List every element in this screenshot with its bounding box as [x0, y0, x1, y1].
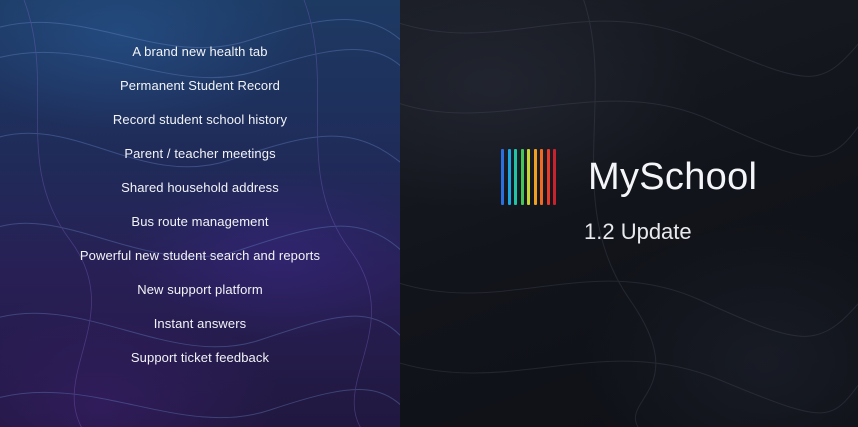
logo-bar: [520, 149, 524, 205]
update-slide: A brand new health tab Permanent Student…: [0, 0, 858, 427]
feature-item: New support platform: [137, 282, 263, 297]
brand-block: MySchool 1.2 Update: [500, 146, 800, 256]
logo-bar: [533, 149, 537, 205]
logo-bar: [553, 149, 556, 205]
feature-list: A brand new health tab Permanent Student…: [0, 40, 400, 380]
feature-item: Parent / teacher meetings: [124, 146, 276, 161]
logo-bar: [546, 149, 550, 205]
feature-item: A brand new health tab: [132, 44, 268, 59]
version-label: 1.2 Update: [584, 219, 692, 244]
feature-item: Powerful new student search and reports: [79, 248, 321, 263]
feature-item: Permanent Student Record: [120, 78, 280, 93]
feature-item: Bus route management: [131, 214, 269, 229]
feature-item: Shared household address: [121, 180, 279, 195]
logo-bar: [527, 149, 530, 205]
logo-bar: [507, 149, 511, 205]
logo-bar: [501, 149, 504, 205]
feature-item: Record student school history: [112, 112, 288, 127]
feature-item: Support ticket feedback: [130, 350, 270, 365]
feature-item: Instant answers: [153, 316, 247, 331]
app-name: MySchool: [588, 156, 758, 198]
logo-bar: [514, 149, 517, 205]
logo-bar: [540, 149, 543, 205]
rainbow-bars-icon: [501, 149, 561, 205]
features-panel: A brand new health tab Permanent Student…: [0, 0, 400, 427]
